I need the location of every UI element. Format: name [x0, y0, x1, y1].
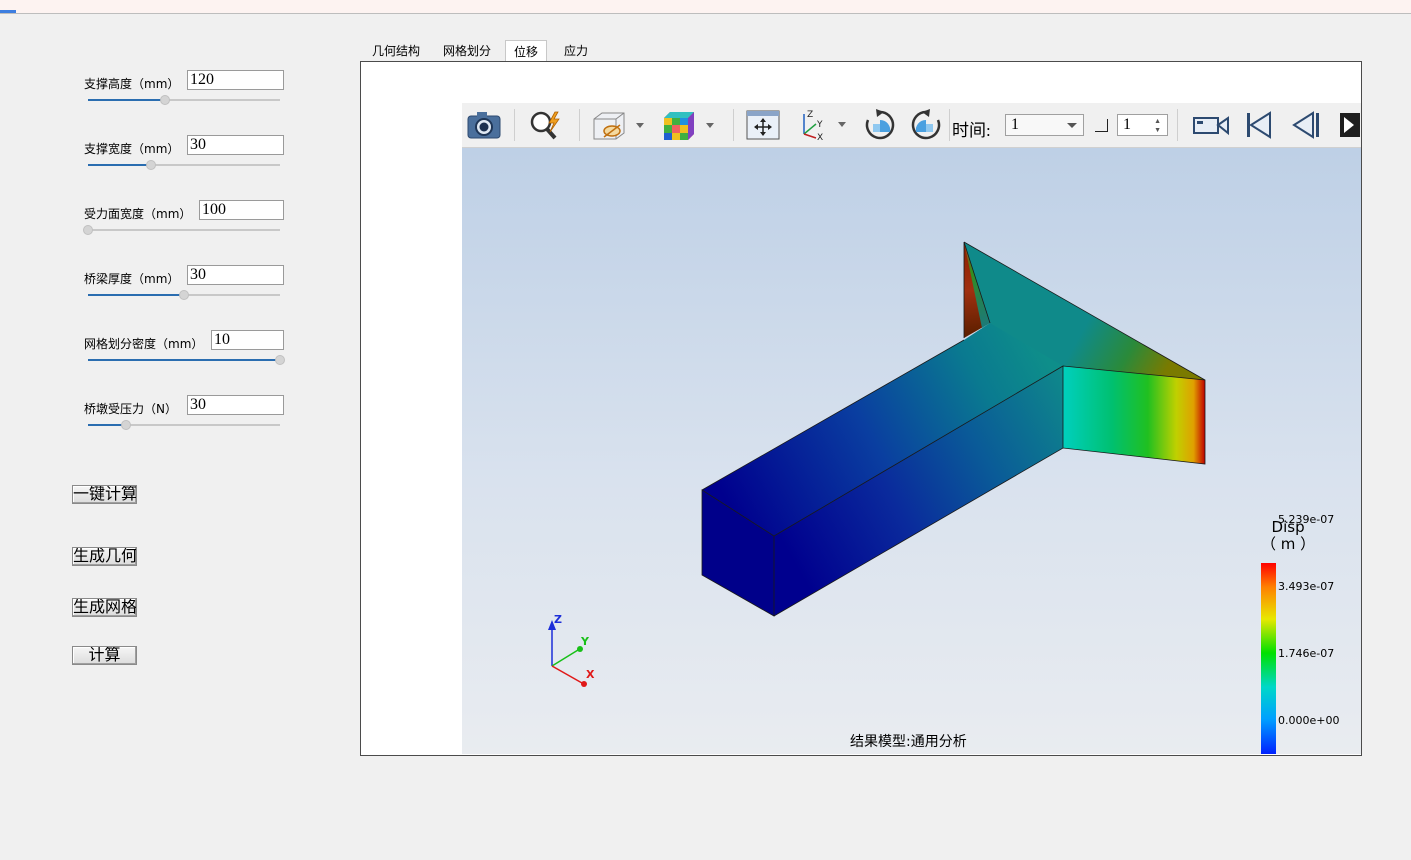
spin-down-icon[interactable]: ▼	[1154, 127, 1161, 134]
load-face-width-slider[interactable]	[83, 225, 280, 235]
view-box-icon[interactable]	[590, 109, 648, 141]
param-label: 网格划分密度（mm）	[84, 337, 204, 351]
mesh-density-input[interactable]: 10	[211, 330, 284, 350]
legend-tick: 1.746e-07	[1278, 647, 1335, 660]
tab-geometry[interactable]: 几何结构	[364, 40, 428, 61]
displacement-model: Z Y X	[548, 241, 1206, 687]
param-mesh-density: 网格划分密度（mm） 10	[84, 330, 285, 370]
pier-pressure-slider[interactable]	[88, 420, 280, 430]
slider-handle[interactable]	[83, 225, 93, 235]
video-icon[interactable]	[1190, 109, 1232, 141]
param-pier-pressure: 桥墩受压力（N） 30	[84, 395, 284, 435]
legend-color-bar	[1261, 563, 1276, 754]
axis-z-label: Z	[554, 613, 562, 626]
param-label: 支撑高度（mm）	[84, 77, 180, 91]
support-height-input[interactable]: 120	[187, 70, 284, 90]
support-width-input[interactable]: 30	[187, 135, 284, 155]
step-spinbox[interactable]: 1 ▲ ▼	[1117, 114, 1168, 136]
slider-handle[interactable]	[275, 355, 285, 365]
beam-thickness-input[interactable]: 30	[187, 265, 284, 285]
toolbar-separator	[579, 109, 580, 141]
svg-text:Y: Y	[816, 120, 823, 130]
post-processing-viewer: ZYX 时间: 1 1 ▲ ▼ Z Y X Disp （ m ） 5.239e-…	[462, 103, 1361, 754]
svg-text:Z: Z	[807, 110, 813, 120]
toolbar-separator	[949, 109, 950, 141]
legend-tick-max: 5.239e-07	[1278, 513, 1335, 526]
rotate-ccw-icon[interactable]	[908, 109, 944, 141]
time-select[interactable]: 1	[1005, 114, 1084, 136]
viewer-toolbar: ZYX 时间: 1 1 ▲ ▼	[462, 103, 1361, 148]
axes-icon[interactable]: ZYX	[794, 109, 852, 142]
slider-handle[interactable]	[146, 160, 157, 170]
load-face-width-input[interactable]: 100	[199, 200, 284, 220]
support-width-slider[interactable]	[88, 160, 280, 170]
step-back-icon[interactable]	[1288, 109, 1324, 141]
spin-up-icon[interactable]: ▲	[1154, 118, 1161, 125]
step-value: 1	[1123, 116, 1131, 133]
param-label: 受力面宽度（mm）	[84, 207, 192, 221]
pier-pressure-input[interactable]: 30	[187, 395, 284, 415]
mesh-density-slider[interactable]	[88, 355, 285, 365]
color-cube-icon[interactable]	[660, 109, 718, 141]
legend-unit: （ m ）	[1261, 535, 1316, 553]
axis-x-label: X	[586, 668, 595, 681]
time-label: 时间:	[952, 121, 991, 140]
fit-view-icon[interactable]	[744, 109, 782, 141]
tab-stress[interactable]: 应力	[556, 40, 596, 61]
generate-mesh-button[interactable]: 生成网格	[72, 598, 137, 617]
param-support-height: 支撑高度（mm） 120	[84, 70, 284, 110]
param-label: 桥梁厚度（mm）	[84, 272, 180, 286]
window-title-bar	[0, 0, 1411, 14]
magnify-lightning-icon[interactable]	[526, 109, 566, 141]
result-panel: ZYX 时间: 1 1 ▲ ▼ Z Y X Disp （ m ） 5.239e-…	[360, 61, 1362, 756]
toolbar-separator	[733, 109, 734, 141]
slider-handle[interactable]	[121, 420, 132, 430]
camera-icon[interactable]	[465, 109, 503, 141]
slider-handle[interactable]	[179, 290, 189, 300]
time-select-value: 1	[1011, 116, 1019, 133]
support-height-slider[interactable]	[88, 95, 280, 105]
legend-tick: 3.493e-07	[1278, 580, 1335, 593]
param-label: 桥墩受压力（N）	[84, 402, 177, 416]
toolbar-separator	[1177, 109, 1178, 141]
slider-handle[interactable]	[159, 95, 170, 105]
tab-displacement[interactable]: 位移	[505, 40, 548, 62]
chevron-down-icon	[1067, 123, 1077, 128]
param-beam-thickness: 桥梁厚度（mm） 30	[84, 265, 284, 305]
param-support-width: 支撑宽度（mm） 30	[84, 135, 284, 175]
result-model-caption: 结果模型:通用分析	[850, 734, 967, 750]
axis-y-label: Y	[580, 635, 590, 648]
window-accent	[0, 10, 16, 13]
param-label: 支撑宽度（mm）	[84, 142, 180, 156]
beam-thickness-slider[interactable]	[88, 290, 280, 300]
toolbar-separator	[514, 109, 515, 141]
model-viewport[interactable]: Z Y X Disp （ m ） 5.239e-07 3.493e-07 1.74…	[462, 148, 1361, 754]
generate-geometry-button[interactable]: 生成几何	[72, 547, 137, 566]
tab-mesh[interactable]: 网格划分	[435, 40, 499, 61]
step-checkbox[interactable]	[1095, 119, 1108, 132]
compute-button[interactable]: 计算	[72, 646, 137, 665]
play-icon[interactable]	[1336, 109, 1361, 141]
param-load-face-width: 受力面宽度（mm） 100	[83, 200, 284, 240]
one-click-compute-button[interactable]: 一键计算	[72, 485, 137, 504]
legend-tick-min: 0.000e+00	[1278, 714, 1340, 727]
svg-text:X: X	[817, 133, 823, 142]
rotate-cw-icon[interactable]	[862, 109, 898, 141]
skip-first-icon[interactable]	[1240, 109, 1276, 141]
